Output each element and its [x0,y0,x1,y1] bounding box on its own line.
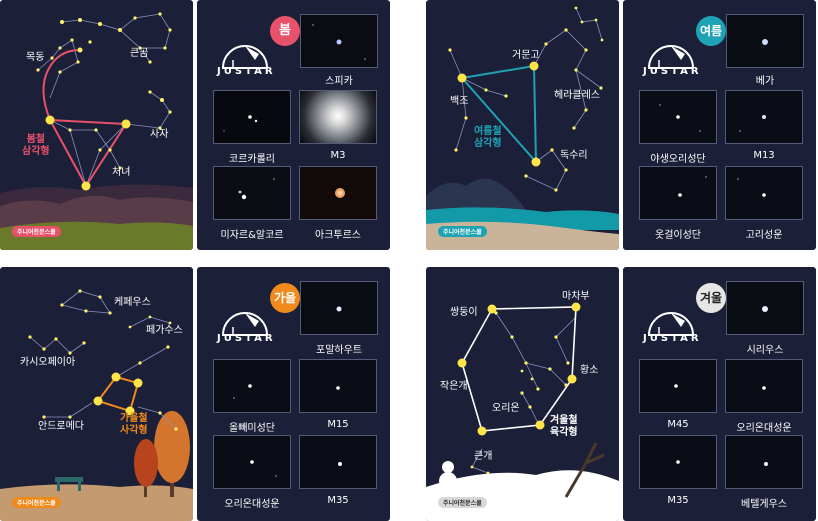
spring-triangle-label: 봄철 삼각형 [22,134,50,157]
summer-constellation-map: 거문고 백조 헤라클레스 독수리 여름철 삼각형 주니어천문스쿨 [426,0,619,250]
constellation-label-virgo: 처녀 [112,167,131,178]
justar-logo: 봄 JUSTAR [215,12,305,92]
logo-text: JUSTAR [217,333,276,344]
constellation-label-cassiopeia: 카시오페이아 [20,357,76,368]
object-thumb [639,166,717,220]
object-thumb [639,90,717,144]
object-label: M35 [667,495,689,506]
object-label: 아크투르스 [315,230,361,241]
logo-text: JUSTAR [643,66,702,77]
object-label: 고리성운 [745,230,783,241]
constellation-label-leo: 사자 [150,129,169,140]
object-label: 코르카롤리 [229,154,275,165]
object-label: 올빼미성단 [229,423,275,434]
object-thumb [300,281,378,335]
winter-hexagon-label: 겨울철 육각형 [550,415,578,438]
justar-logo: 겨울 JUSTAR [641,279,731,359]
brand-badge: 주니어천문스쿨 [438,226,487,237]
object-label: 옷걸이성단 [655,230,701,241]
object-thumb [725,359,803,413]
constellation-label-cepheus: 케페우스 [114,297,151,308]
season-badge: 겨울 [696,283,726,313]
justar-logo: 여름 JUSTAR [641,12,731,92]
summer-triangle-label: 여름철 삼각형 [474,126,502,149]
object-thumb [726,14,804,68]
constellation-label-bootes: 목동 [26,52,45,63]
autumn-object-panel: 가을 JUSTAR 포말하우트 올빼미성단 M15 오리온대성운 M35 [197,267,390,521]
object-label: 베텔게우스 [741,499,787,510]
object-label: 오리온대성운 [224,499,280,510]
object-thumb [213,166,291,220]
object-thumb [299,435,377,489]
constellation-label-gemini: 쌍둥이 [450,307,478,318]
spring-constellation-map: 목동 큰곰 사자 처녀 봄철 삼각형 주니어천문스쿨 [0,0,193,250]
autumn-square-label: 가을철 사각형 [120,413,148,436]
object-label: M35 [327,495,349,506]
summer-object-panel: 여름 JUSTAR 베가 야생오리성단 M13 옷걸이성단 고리성운 [623,0,816,250]
autumn-sky-illustration [0,289,193,521]
winter-object-panel: 겨울 JUSTAR 시리우스 M45 오리온대성운 M35 베텔게우스 [623,267,816,521]
season-badge: 가을 [270,283,300,313]
object-label: M13 [753,150,775,161]
winter-constellation-map: 마차부 쌍둥이 황소 작은개 오리온 큰개 겨울철 육각형 주니어천문스쿨 [426,267,619,521]
object-thumb [725,435,803,489]
object-label: 시리우스 [746,345,784,356]
object-thumb [299,359,377,413]
constellation-label-orion: 오리온 [492,403,520,414]
object-thumb [726,281,804,335]
constellation-label-hercules: 헤라클레스 [554,90,600,101]
object-label: M3 [330,150,346,161]
object-thumb [725,90,803,144]
object-thumb [213,359,291,413]
constellation-label-auriga: 마차부 [562,291,590,302]
season-badge: 봄 [270,16,300,46]
constellation-label-canis-minor: 작은개 [440,381,468,392]
object-label: 베가 [755,76,775,87]
brand-badge: 주니어천문스쿨 [12,497,61,508]
object-label: 야생오리성단 [650,154,706,165]
constellation-label-cygnus: 백조 [450,96,469,107]
autumn-constellation-map: 케페우스 페가수스 카시오페이아 안드로메다 가을철 사각형 주니어천문스쿨 [0,267,193,521]
object-thumb [299,90,377,144]
object-label: M45 [667,419,689,430]
brand-badge: 주니어천문스쿨 [438,497,487,508]
season-badge: 여름 [696,16,726,46]
constellation-label-taurus: 황소 [580,365,599,376]
object-label: M15 [327,419,349,430]
constellation-label-canis-major: 큰개 [474,451,493,462]
constellation-label-aquila: 독수리 [560,150,588,161]
constellation-label-ursa-major: 큰곰 [130,48,149,59]
constellation-label-lyra: 거문고 [512,50,540,61]
constellation-label-andromeda: 안드로메다 [38,421,84,432]
object-thumb [639,359,717,413]
constellation-label-pegasus: 페가수스 [146,325,183,336]
object-thumb [299,166,377,220]
object-thumb [725,166,803,220]
object-label: 오리온대성운 [736,423,792,434]
brand-badge: 주니어천문스쿨 [12,226,61,237]
object-thumb [213,90,291,144]
object-label: 스피카 [325,76,353,87]
logo-text: JUSTAR [643,333,702,344]
spring-object-panel: 봄 JUSTAR 스피카 코르카롤리 M3 미자르&알코르 아크투르스 [197,0,390,250]
justar-logo: 가을 JUSTAR [215,279,305,359]
object-thumb [213,435,291,489]
summer-sky-illustration [426,6,619,250]
object-label: 포말하우트 [316,345,362,356]
object-label: 미자르&알코르 [220,230,284,241]
object-thumb [639,435,717,489]
object-thumb [300,14,378,68]
logo-text: JUSTAR [217,66,276,77]
